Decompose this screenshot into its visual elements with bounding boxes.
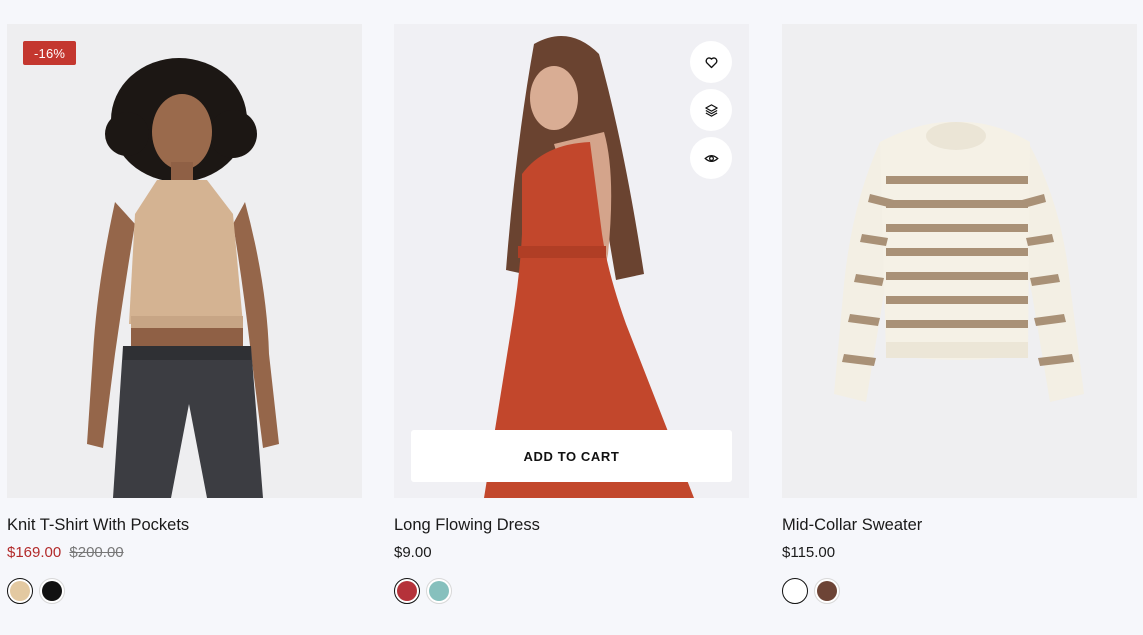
product-photo-knit-top [7,24,362,498]
swatch-brown[interactable] [814,578,840,604]
compare-button[interactable] [690,89,732,131]
layers-icon [704,103,718,117]
product-image[interactable]: ADD TO CART [394,24,749,498]
original-price: $200.00 [69,544,124,561]
quick-actions [690,41,732,179]
price-row: $115.00 [782,544,1137,561]
price-row: $9.00 [394,544,749,561]
product-image[interactable] [782,24,1137,498]
price: $115.00 [782,544,836,561]
product-card[interactable]: Mid-Collar Sweater $115.00 [782,24,1137,604]
product-title[interactable]: Knit T-Shirt With Pockets [7,516,362,535]
wishlist-button[interactable] [690,41,732,83]
product-photo-sweater [782,24,1137,498]
swatch-white[interactable] [782,578,808,604]
product-title[interactable]: Mid-Collar Sweater [782,516,1137,535]
sale-price: $169.00 [7,544,62,561]
add-to-cart-button[interactable]: ADD TO CART [411,430,732,482]
product-title[interactable]: Long Flowing Dress [394,516,749,535]
eye-icon [703,154,719,162]
color-swatches [782,578,1137,604]
swatch-red[interactable] [394,578,420,604]
product-card[interactable]: ADD TO CART Long Flowing Dress $9.00 [394,24,749,604]
quick-view-button[interactable] [690,137,732,179]
color-swatches [394,578,749,604]
color-swatches [7,578,362,604]
price: $9.00 [394,544,432,561]
price-row: $169.00 $200.00 [7,544,362,561]
swatch-beige[interactable] [7,578,33,604]
swatch-black[interactable] [39,578,65,604]
heart-icon [705,56,717,68]
product-image[interactable]: -16% [7,24,362,498]
product-card[interactable]: -16% Knit T-Shirt With Pockets $169.00 $… [7,24,362,604]
swatch-teal[interactable] [426,578,452,604]
sale-badge: -16% [23,41,77,65]
